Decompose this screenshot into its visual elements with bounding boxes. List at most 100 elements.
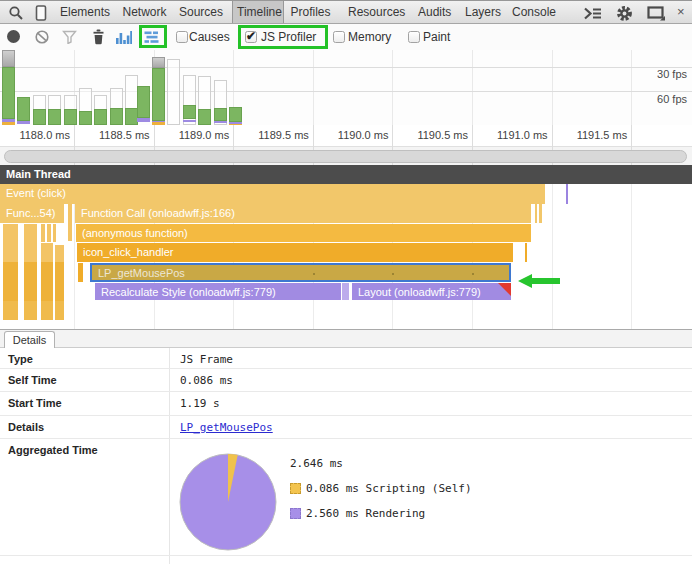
- flame-call-stripe[interactable]: [3, 224, 18, 320]
- flame-call-stripe[interactable]: [68, 204, 72, 241]
- ruler-label: 1191.5 ms: [577, 129, 628, 141]
- flame-bar-label: (anonymous function): [76, 224, 531, 242]
- tab-timeline[interactable]: Timeline: [237, 1, 282, 23]
- annotation-box-flamechart-icon: [139, 25, 167, 48]
- timeline-toolbar: Causes✔JS ProfilerMemoryPaint: [0, 24, 692, 50]
- frame-bar-purple: [17, 121, 30, 125]
- checkbox-causes[interactable]: [176, 31, 188, 43]
- timeline-ruler: 1188.0 ms1188.5 ms1189.0 ms1189.5 ms1190…: [0, 125, 692, 147]
- frame-bar-cap: [2, 50, 15, 67]
- annotation-arrow-shaft: [532, 278, 560, 285]
- details-row-value: JS Frame: [180, 353, 233, 366]
- flame-call-stripe[interactable]: [41, 243, 53, 320]
- flame-bar-tick[interactable]: [342, 283, 349, 301]
- checkbox-label-paint: Paint: [423, 30, 450, 44]
- flame-bar-tick[interactable]: [539, 204, 542, 223]
- tab-details[interactable]: Details: [4, 331, 55, 348]
- gridline-dot: [392, 273, 394, 275]
- frame-bar-green: [214, 108, 227, 121]
- flame-call-stripe[interactable]: [47, 224, 51, 242]
- flame-bar-event-click[interactable]: Event (click): [0, 184, 545, 204]
- frame-bar-green: [17, 97, 30, 121]
- frame-bar-green: [198, 109, 211, 126]
- tab-console[interactable]: Console: [512, 1, 556, 23]
- settings-gear-icon[interactable]: [616, 5, 633, 22]
- details-value-link[interactable]: LP_getMousePos: [180, 421, 273, 434]
- flame-chart[interactable]: Event (click)Func...54) Function Call (on…: [0, 184, 692, 330]
- clear-button[interactable]: [35, 30, 49, 44]
- overview-scrollbar[interactable]: [4, 150, 687, 163]
- tab-network[interactable]: Network: [123, 1, 167, 23]
- ruler-divider: [631, 125, 632, 147]
- tab-resources[interactable]: Resources: [348, 1, 405, 23]
- ruler-divider: [552, 125, 553, 147]
- flame-bar-tick[interactable]: [78, 263, 83, 283]
- flame-bar-tick[interactable]: [525, 243, 528, 262]
- tab-layers[interactable]: Layers: [465, 1, 501, 23]
- frame-bar-green: [137, 86, 150, 119]
- flame-bar-recalculate-style-onloadwff-js-779[interactable]: Recalculate Style (onloadwff.js:779): [95, 283, 341, 301]
- frame-bar-green: [110, 108, 123, 126]
- warning-corner-icon: [498, 283, 511, 296]
- search-icon[interactable]: [8, 5, 24, 21]
- dock-side-icon[interactable]: [647, 6, 667, 21]
- checkbox-label-memory: Memory: [348, 30, 391, 44]
- overview-gridline: [472, 50, 473, 125]
- flame-bar-label: Func...54): [0, 204, 64, 222]
- overview-gridline: [313, 50, 314, 125]
- flame-bar-layout-onloadwff-js-779[interactable]: Layout (onloadwff.js:779): [352, 283, 511, 301]
- device-mode-icon[interactable]: [34, 5, 48, 21]
- flame-call-stripe[interactable]: [41, 224, 45, 242]
- flame-call-stripe[interactable]: [53, 224, 56, 242]
- flame-bar-function-call-onloadwff-js-166[interactable]: Function Call (onloadwff.js:166): [75, 204, 531, 223]
- details-row-start-time: Start Time1.19 s: [0, 392, 692, 416]
- frame-bar-green: [48, 109, 61, 126]
- flame-bar-anonymous-function[interactable]: (anonymous function): [76, 224, 531, 243]
- frame-bar-green: [2, 67, 15, 119]
- ruler-label: 1189.0 ms: [179, 129, 230, 141]
- details-row-label: Self Time: [8, 374, 57, 386]
- ruler-divider: [154, 125, 155, 147]
- record-button[interactable]: [7, 30, 20, 43]
- flame-bar-func-54[interactable]: Func...54): [0, 204, 64, 223]
- tab-sources[interactable]: Sources: [179, 1, 223, 23]
- aggregated-time-pie-chart: [176, 450, 280, 554]
- ruler-divider: [233, 125, 234, 147]
- flame-call-stripe[interactable]: [24, 224, 37, 320]
- frame-bar-green: [64, 109, 77, 125]
- details-row-details: DetailsLP_getMousePos: [0, 416, 692, 440]
- fps-label: 60 fps: [657, 93, 687, 105]
- aggregated-total: 2.646 ms: [290, 457, 343, 470]
- frame-bar-green: [94, 109, 107, 126]
- flame-bar-icon-click-handler[interactable]: icon_click_handler: [77, 243, 513, 262]
- frame-bar-green: [229, 107, 242, 123]
- console-drawer-icon[interactable]: [583, 7, 603, 20]
- checkbox-memory[interactable]: [333, 31, 345, 43]
- filter-icon[interactable]: [62, 30, 77, 44]
- frame-bar-green: [33, 109, 46, 126]
- tab-audits[interactable]: Audits: [418, 1, 451, 23]
- details-table: Type JS Frame Self Time0.086 msStart Time1…: [0, 348, 692, 564]
- ruler-divider: [392, 125, 393, 147]
- ruler-label: 1188.5 ms: [99, 129, 150, 141]
- checkbox-paint[interactable]: [408, 31, 420, 43]
- ruler-label: 1189.5 ms: [258, 129, 309, 141]
- flame-call-stripe[interactable]: [55, 245, 64, 320]
- flame-bar-lp-getmousepos[interactable]: LP_getMousePos: [90, 263, 511, 283]
- tab-elements[interactable]: Elements: [60, 1, 110, 23]
- flame-bar-label: icon_click_handler: [77, 243, 513, 261]
- counters-bars-icon[interactable]: [115, 29, 132, 45]
- fps-overview-chart[interactable]: 30 fps60 fps: [0, 50, 692, 125]
- devtools-tabbar: Elements Network Sources Timeline Profiles Re…: [0, 0, 692, 24]
- legend-text: 0.086 ms Scripting (Self): [306, 482, 472, 495]
- flame-bar-tick[interactable]: [566, 184, 569, 204]
- close-icon[interactable]: ×: [677, 1, 685, 23]
- details-row-label: Type: [8, 353, 33, 365]
- details-row-self-time: Self Time0.086 ms: [0, 369, 692, 393]
- trash-icon[interactable]: [91, 29, 106, 45]
- flame-bar-tick[interactable]: [535, 204, 538, 223]
- flame-bar-label: Layout (onloadwff.js:779): [352, 283, 511, 301]
- tab-profiles[interactable]: Profiles: [291, 1, 331, 23]
- flame-gridline: [631, 184, 632, 330]
- frame-bar-green: [183, 105, 196, 120]
